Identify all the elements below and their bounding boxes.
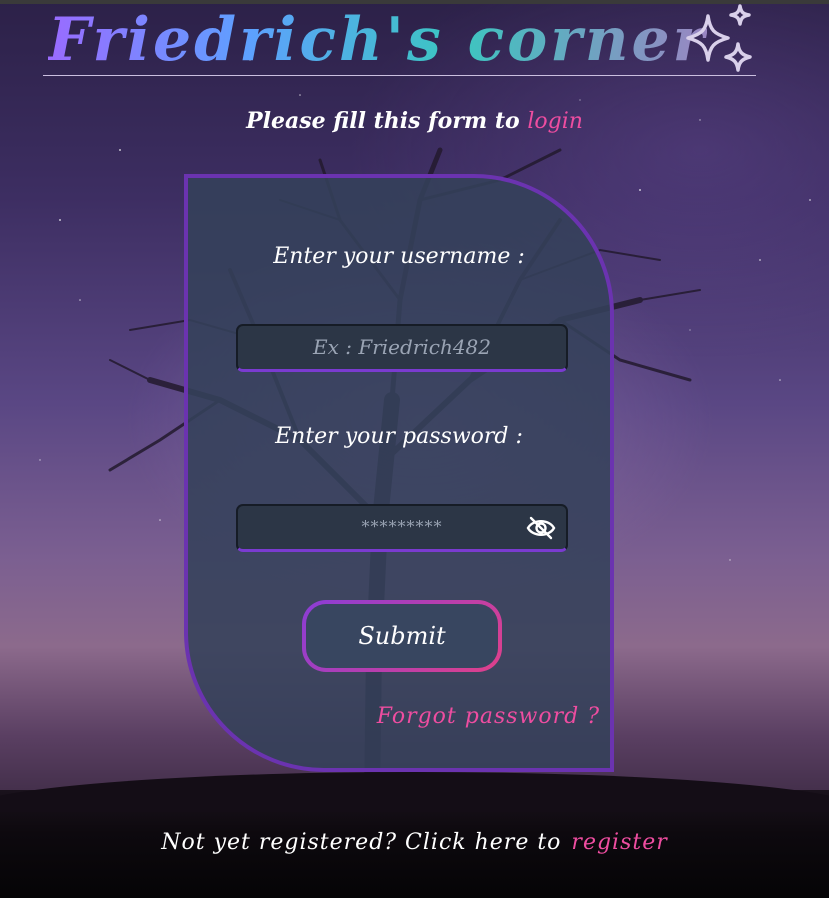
register-link[interactable]: register bbox=[571, 830, 667, 855]
username-input[interactable]: Ex : Friedrich482 bbox=[236, 324, 568, 372]
form-intro: Please fill this form to login bbox=[0, 108, 829, 134]
password-input[interactable]: ********* bbox=[236, 504, 568, 552]
username-placeholder: Ex : Friedrich482 bbox=[312, 335, 492, 359]
register-prompt-text: Not yet registered? Click here to bbox=[161, 830, 562, 855]
eye-slash-icon[interactable] bbox=[526, 514, 556, 542]
password-label: Enter your password : bbox=[275, 424, 523, 449]
login-link[interactable]: login bbox=[527, 109, 583, 134]
forgot-password-link[interactable]: Forgot password ? bbox=[377, 704, 600, 729]
register-prompt: Not yet registered? Click here to registe… bbox=[0, 830, 829, 855]
sparkles-icon bbox=[686, 4, 752, 72]
submit-button[interactable]: Submit bbox=[302, 600, 502, 672]
header-divider bbox=[43, 75, 756, 76]
submit-button-label: Submit bbox=[306, 604, 498, 668]
site-title: Friedrich's corner bbox=[48, 5, 708, 75]
form-intro-text: Please fill this form to bbox=[246, 108, 520, 134]
login-card: Enter your username : Ex : Friedrich482 … bbox=[184, 174, 614, 772]
password-value: ********* bbox=[361, 517, 443, 536]
username-label: Enter your username : bbox=[273, 244, 525, 269]
